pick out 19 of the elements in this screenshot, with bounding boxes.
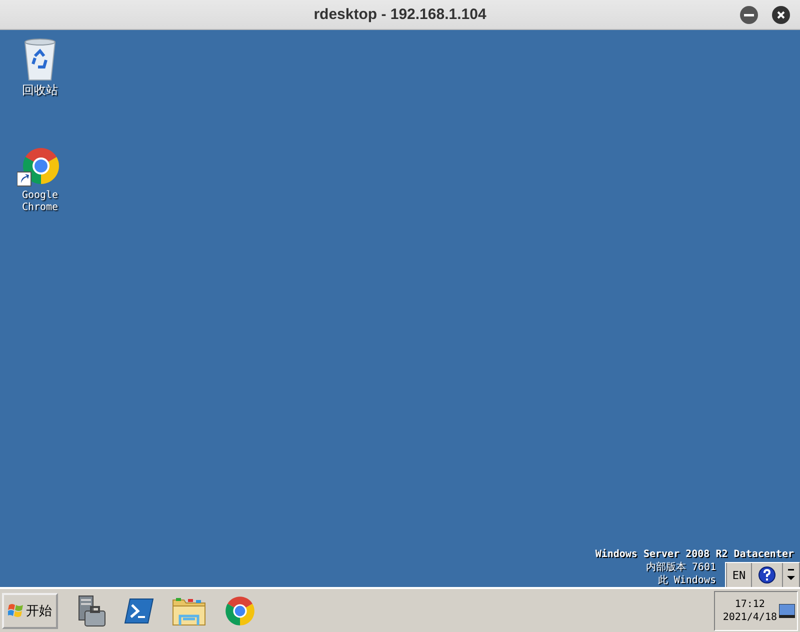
system-info-text: 内部版本 7601: [646, 561, 716, 574]
close-button[interactable]: [772, 6, 790, 24]
window-title: rdesktop - 192.168.1.104: [314, 6, 486, 23]
system-info-text: Windows Server 2008 R2 Datacenter: [595, 548, 794, 561]
recycle-bin-icon: [22, 38, 58, 82]
windows-logo-icon: [8, 603, 24, 618]
server-toolbox-icon[interactable]: [76, 594, 106, 626]
clock-date: 2021/4/18: [722, 610, 777, 624]
desktop-icon-label[interactable]: 回收站: [15, 84, 65, 96]
show-desktop-icon[interactable]: [779, 604, 795, 618]
chrome-icon[interactable]: [224, 594, 256, 626]
system-info-text: 此 Windows: [658, 574, 716, 587]
clock-time: 17:12: [734, 598, 765, 610]
minimize-button[interactable]: [740, 6, 758, 24]
desktop-icon-label[interactable]: Google Chrome: [15, 190, 65, 214]
help-icon[interactable]: [758, 566, 776, 584]
start-button[interactable]: 开始: [2, 592, 58, 628]
powershell-icon[interactable]: [124, 598, 154, 624]
options-arrow-icon[interactable]: [787, 568, 795, 582]
